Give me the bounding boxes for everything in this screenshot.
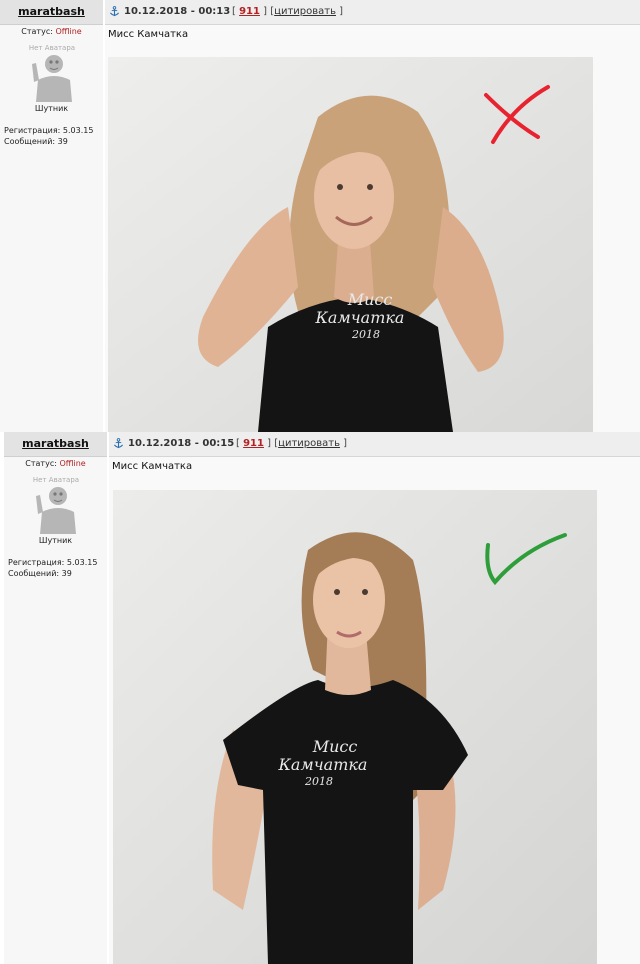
avatar[interactable]: Нет Аватара [27,474,84,534]
bracket-separator: ] [ [267,438,279,449]
post-actions: [ 911 ] [цитировать ] [232,0,343,24]
author-sidebar: Статус: Offline Нет Аватара Шутник Регис… [4,457,107,964]
post-photo[interactable]: Мисс Камчатка 2018 [113,490,597,964]
post-meta-bar: 10.12.2018 - 00:15 [ 911 ] [цитировать ] [109,432,640,457]
forum-post-2: maratbash 10.12.2018 - 00:15 [ 911 ] [ци… [4,432,640,964]
no-avatar-placeholder-icon: Нет Аватара [32,476,79,534]
status-label: Статус: [21,27,53,36]
photo-illustration: Мисс Камчатка 2018 [113,490,597,964]
bracket-close: ] [339,6,344,17]
post-number-link[interactable]: 911 [243,438,264,449]
author-header: maratbash [4,432,107,457]
shirt-text-2: Камчатка [315,308,405,327]
avatar-caption: Нет Аватара [28,44,74,52]
post-meta-bar: 10.12.2018 - 00:13 [ 911 ] [цитировать ] [105,0,640,25]
bracket-close: ] [343,438,348,449]
message-count: Сообщений: 39 [8,569,72,578]
status-badge: Offline [59,459,86,468]
status-line: Статус: Offline [0,27,103,36]
avatar[interactable]: Нет Аватара [23,42,80,102]
shirt-text-2: Камчатка [278,755,368,774]
shirt-text-1: Мисс [312,737,358,756]
anchor-icon[interactable] [113,438,124,449]
post-content: Мисс Камчатка Мисс Камчатка 2018 [105,25,640,432]
shirt-text-1: Мисс [347,290,393,309]
author-sidebar: Статус: Offline Нет Аватара Шутник Регис… [0,25,103,432]
status-label: Статус: [25,459,57,468]
message-count: Сообщений: 39 [4,137,68,146]
user-stats: Регистрация: 5.03.15 Сообщений: 39 [8,557,107,579]
shirt-text-3: 2018 [304,775,333,788]
no-avatar-placeholder-icon: Нет Аватара [28,44,75,102]
photo-illustration: Мисс Камчатка 2018 [108,57,593,432]
quote-link[interactable]: цитировать [278,438,340,449]
shirt-text-3: 2018 [351,328,380,341]
status-line: Статус: Offline [4,459,107,468]
user-stats: Регистрация: 5.03.15 Сообщений: 39 [4,125,103,147]
author-link[interactable]: maratbash [22,437,89,450]
post-date: 10.12.2018 - 00:15 [128,438,235,449]
registration-date: Регистрация: 5.03.15 [4,126,94,135]
status-badge: Offline [55,27,82,36]
user-rank: Шутник [34,104,69,113]
avatar-caption: Нет Аватара [32,476,78,484]
post-content: Мисс Камчатка Мисс Камчатка 2018 [109,457,640,964]
post-title: Мисс Камчатка [112,461,193,472]
author-link[interactable]: maratbash [18,5,85,18]
post-title: Мисс Камчатка [108,29,189,40]
anchor-icon[interactable] [109,6,120,17]
post-date: 10.12.2018 - 00:13 [124,6,231,17]
post-number-link[interactable]: 911 [239,6,260,17]
bracket-separator: ] [ [263,6,275,17]
user-rank: Шутник [38,536,73,545]
forum-post-1: maratbash 10.12.2018 - 00:13 [ 911 ] [ци… [0,0,640,432]
author-header: maratbash [0,0,103,25]
registration-date: Регистрация: 5.03.15 [8,558,98,567]
bracket-open: [ [232,6,236,17]
post-photo[interactable]: Мисс Камчатка 2018 [108,57,593,432]
post-actions: [ 911 ] [цитировать ] [236,432,347,456]
quote-link[interactable]: цитировать [274,6,336,17]
bracket-open: [ [236,438,240,449]
